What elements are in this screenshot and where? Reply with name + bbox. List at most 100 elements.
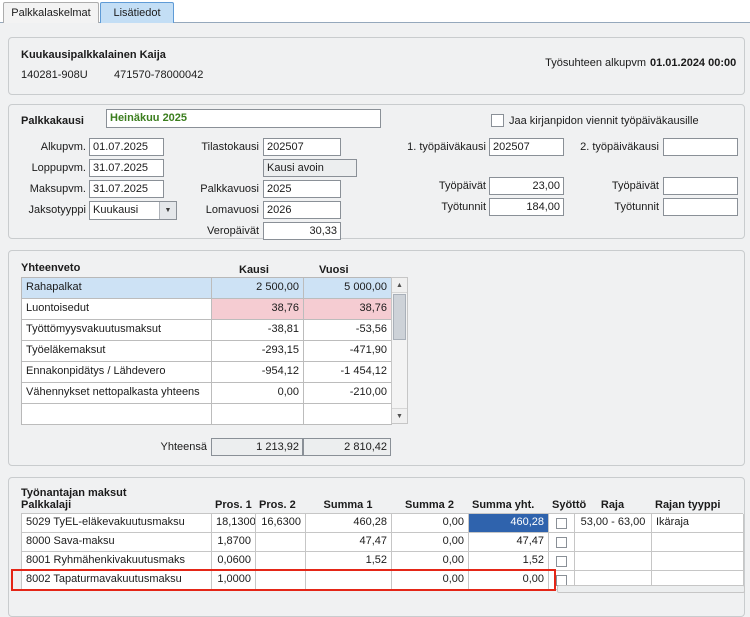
cell-raja[interactable] [575,533,652,552]
table-row[interactable]: 8001 Ryhmähenkivakuutusmaks 0,0600 1,52 … [22,552,744,571]
summary-kausi-value: -38,81 [212,320,304,341]
header-summa2: Summa 2 [405,499,454,511]
cell-summa-yht-selected[interactable]: 460,28 [469,514,549,533]
scrollbar-thumb[interactable] [393,294,406,340]
summary-total-label: Yhteensä [160,441,207,453]
cell-pros1[interactable]: 0,0600 [212,552,256,571]
cell-summa-yht[interactable]: 47,47 [469,533,549,552]
header-summa1: Summa 1 [323,499,373,511]
scroll-down-icon[interactable]: ▼ [392,408,407,423]
employee-personal-id: 140281-908U [21,69,88,81]
table-row: Työeläkemaksut -293,15 -471,90 [22,341,392,362]
summary-kausi-value: -954,12 [212,362,304,383]
cell-rajan-tyyppi[interactable] [652,552,744,571]
cell-summa2[interactable]: 0,00 [392,514,469,533]
employee-employment-id: 471570-78000042 [114,69,204,81]
table-row[interactable]: 5029 TyEL-eläkevakuutusmaksu 18,1300 16,… [22,514,744,533]
summary-row-label [22,404,212,425]
cell-pros1[interactable]: 1,0000 [212,571,256,590]
summary-row-label: Ennakonpidätys / Lähdevero [22,362,212,383]
table-row: Luontoisedut 38,76 38,76 [22,299,392,320]
employer-table: 5029 TyEL-eläkevakuutusmaksu 18,1300 16,… [21,513,744,590]
cell-summa1[interactable]: 1,52 [306,552,392,571]
cell-pros2[interactable] [256,552,306,571]
scroll-up-icon[interactable]: ▲ [392,278,407,293]
cell-pros2[interactable] [256,571,306,590]
summary-kausi-value: 38,76 [212,299,304,320]
total-kausi-field: 1 213,92 [211,438,303,456]
period-name-input[interactable]: Heinäkuu 2025 [106,109,381,128]
summary-kausi-value: 2 500,00 [212,278,304,299]
cell-summa1[interactable]: 47,47 [306,533,392,552]
palkkavuosi-input[interactable]: 2025 [263,180,341,198]
cell-pros2[interactable]: 16,6300 [256,514,306,533]
cell-pros1[interactable]: 1,8700 [212,533,256,552]
employment-start-value: 01.01.2024 00:00 [650,57,737,69]
cell-palkkalaji[interactable]: 8001 Ryhmähenkivakuutusmaks [22,552,212,571]
tilastokausi-input[interactable]: 202507 [263,138,341,156]
total-vuosi-field: 2 810,42 [303,438,391,456]
header-pros1: Pros. 1 [215,499,252,511]
kausi-status-field: Kausi avoin [263,159,357,177]
cell-summa2[interactable]: 0,00 [392,533,469,552]
cell-raja[interactable]: 53,00 - 63,00 [575,514,652,533]
cell-summa2[interactable]: 0,00 [392,552,469,571]
table-row: Rahapalkat 2 500,00 5 000,00 [22,278,392,299]
tyopaivakausi2-input[interactable] [663,138,738,156]
cell-palkkalaji[interactable]: 8000 Sava-maksu [22,533,212,552]
header-summa-yht: Summa yht. [472,499,535,511]
header-rajan-tyyppi: Rajan tyyppi [655,499,721,511]
cell-summa1[interactable] [306,571,392,590]
loppupvm-label: Loppupvm. [31,162,86,174]
cell-summa-yht[interactable]: 0,00 [469,571,549,590]
cell-summa2[interactable]: 0,00 [392,571,469,590]
cell-raja[interactable] [575,552,652,571]
tilastokausi-label: Tilastokausi [201,141,259,153]
lomavuosi-label: Lomavuosi [205,204,259,216]
syotto-checkbox[interactable] [556,536,567,548]
header-syotto: Syöttö [552,499,587,511]
tyopaivakausi1-label: 1. työpäiväkausi [407,141,486,153]
cell-summa1[interactable]: 460,28 [306,514,392,533]
cell-summa-yht[interactable]: 1,52 [469,552,549,571]
syotto-checkbox[interactable] [556,555,567,567]
pay-period-title: Palkkakausi [21,115,84,127]
tyopaivat2-label: Työpäivät [611,180,659,192]
veropaivat-input[interactable]: 30,33 [263,222,341,240]
split-bookings-checkbox[interactable] [491,114,504,127]
syotto-checkbox[interactable] [556,517,567,529]
table-row[interactable]: 8000 Sava-maksu 1,8700 47,47 0,00 47,47 [22,533,744,552]
syotto-checkbox[interactable] [556,574,567,586]
summary-row-label: Työttömyysvakuutusmaksut [22,320,212,341]
summary-vertical-scrollbar[interactable]: ▲ ▼ [391,277,408,424]
cell-pros1[interactable]: 18,1300 [212,514,256,533]
cell-palkkalaji[interactable]: 8002 Tapaturmavakuutusmaksu [22,571,212,590]
tyopaivat2-input[interactable] [663,177,738,195]
tab-lisatiedot[interactable]: Lisätiedot [100,2,174,23]
loppupvm-input[interactable]: 31.07.2025 [89,159,164,177]
employer-payments-groupbox: Työnantajan maksut Palkkalaji Pros. 1 Pr… [8,477,745,617]
cell-palkkalaji[interactable]: 5029 TyEL-eläkevakuutusmaksu [22,514,212,533]
tyopaivat1-label: Työpäivät [438,180,486,192]
summary-title: Yhteenveto [21,262,81,274]
summary-kausi-value: 0,00 [212,383,304,404]
summary-row-label: Luontoisedut [22,299,212,320]
summary-vuosi-value: -210,00 [304,383,392,404]
lomavuosi-input[interactable]: 2026 [263,201,341,219]
tyotunnit1-label: Työtunnit [441,201,486,213]
cell-rajan-tyyppi[interactable] [652,533,744,552]
summary-vuosi-value: -1 454,12 [304,362,392,383]
cell-rajan-tyyppi[interactable]: Ikäraja [652,514,744,533]
employee-name: Kuukausipalkkalainen Kaija [21,49,166,61]
jaksotyyppi-label: Jaksotyyppi [28,204,86,216]
tyotunnit2-label: Työtunnit [614,201,659,213]
tyopaivakausi2-label: 2. työpäiväkausi [580,141,659,153]
summary-vuosi-value: -471,90 [304,341,392,362]
cell-pros2[interactable] [256,533,306,552]
tab-palkkalaskelmat[interactable]: Palkkalaskelmat [3,2,99,23]
tyotunnit2-input[interactable] [663,198,738,216]
summary-vuosi-value: 5 000,00 [304,278,392,299]
employment-start-label: Työsuhteen alkupvm [545,57,646,69]
summary-vuosi-value: 38,76 [304,299,392,320]
employee-groupbox: Kuukausipalkkalainen Kaija 140281-908U 4… [8,37,745,95]
